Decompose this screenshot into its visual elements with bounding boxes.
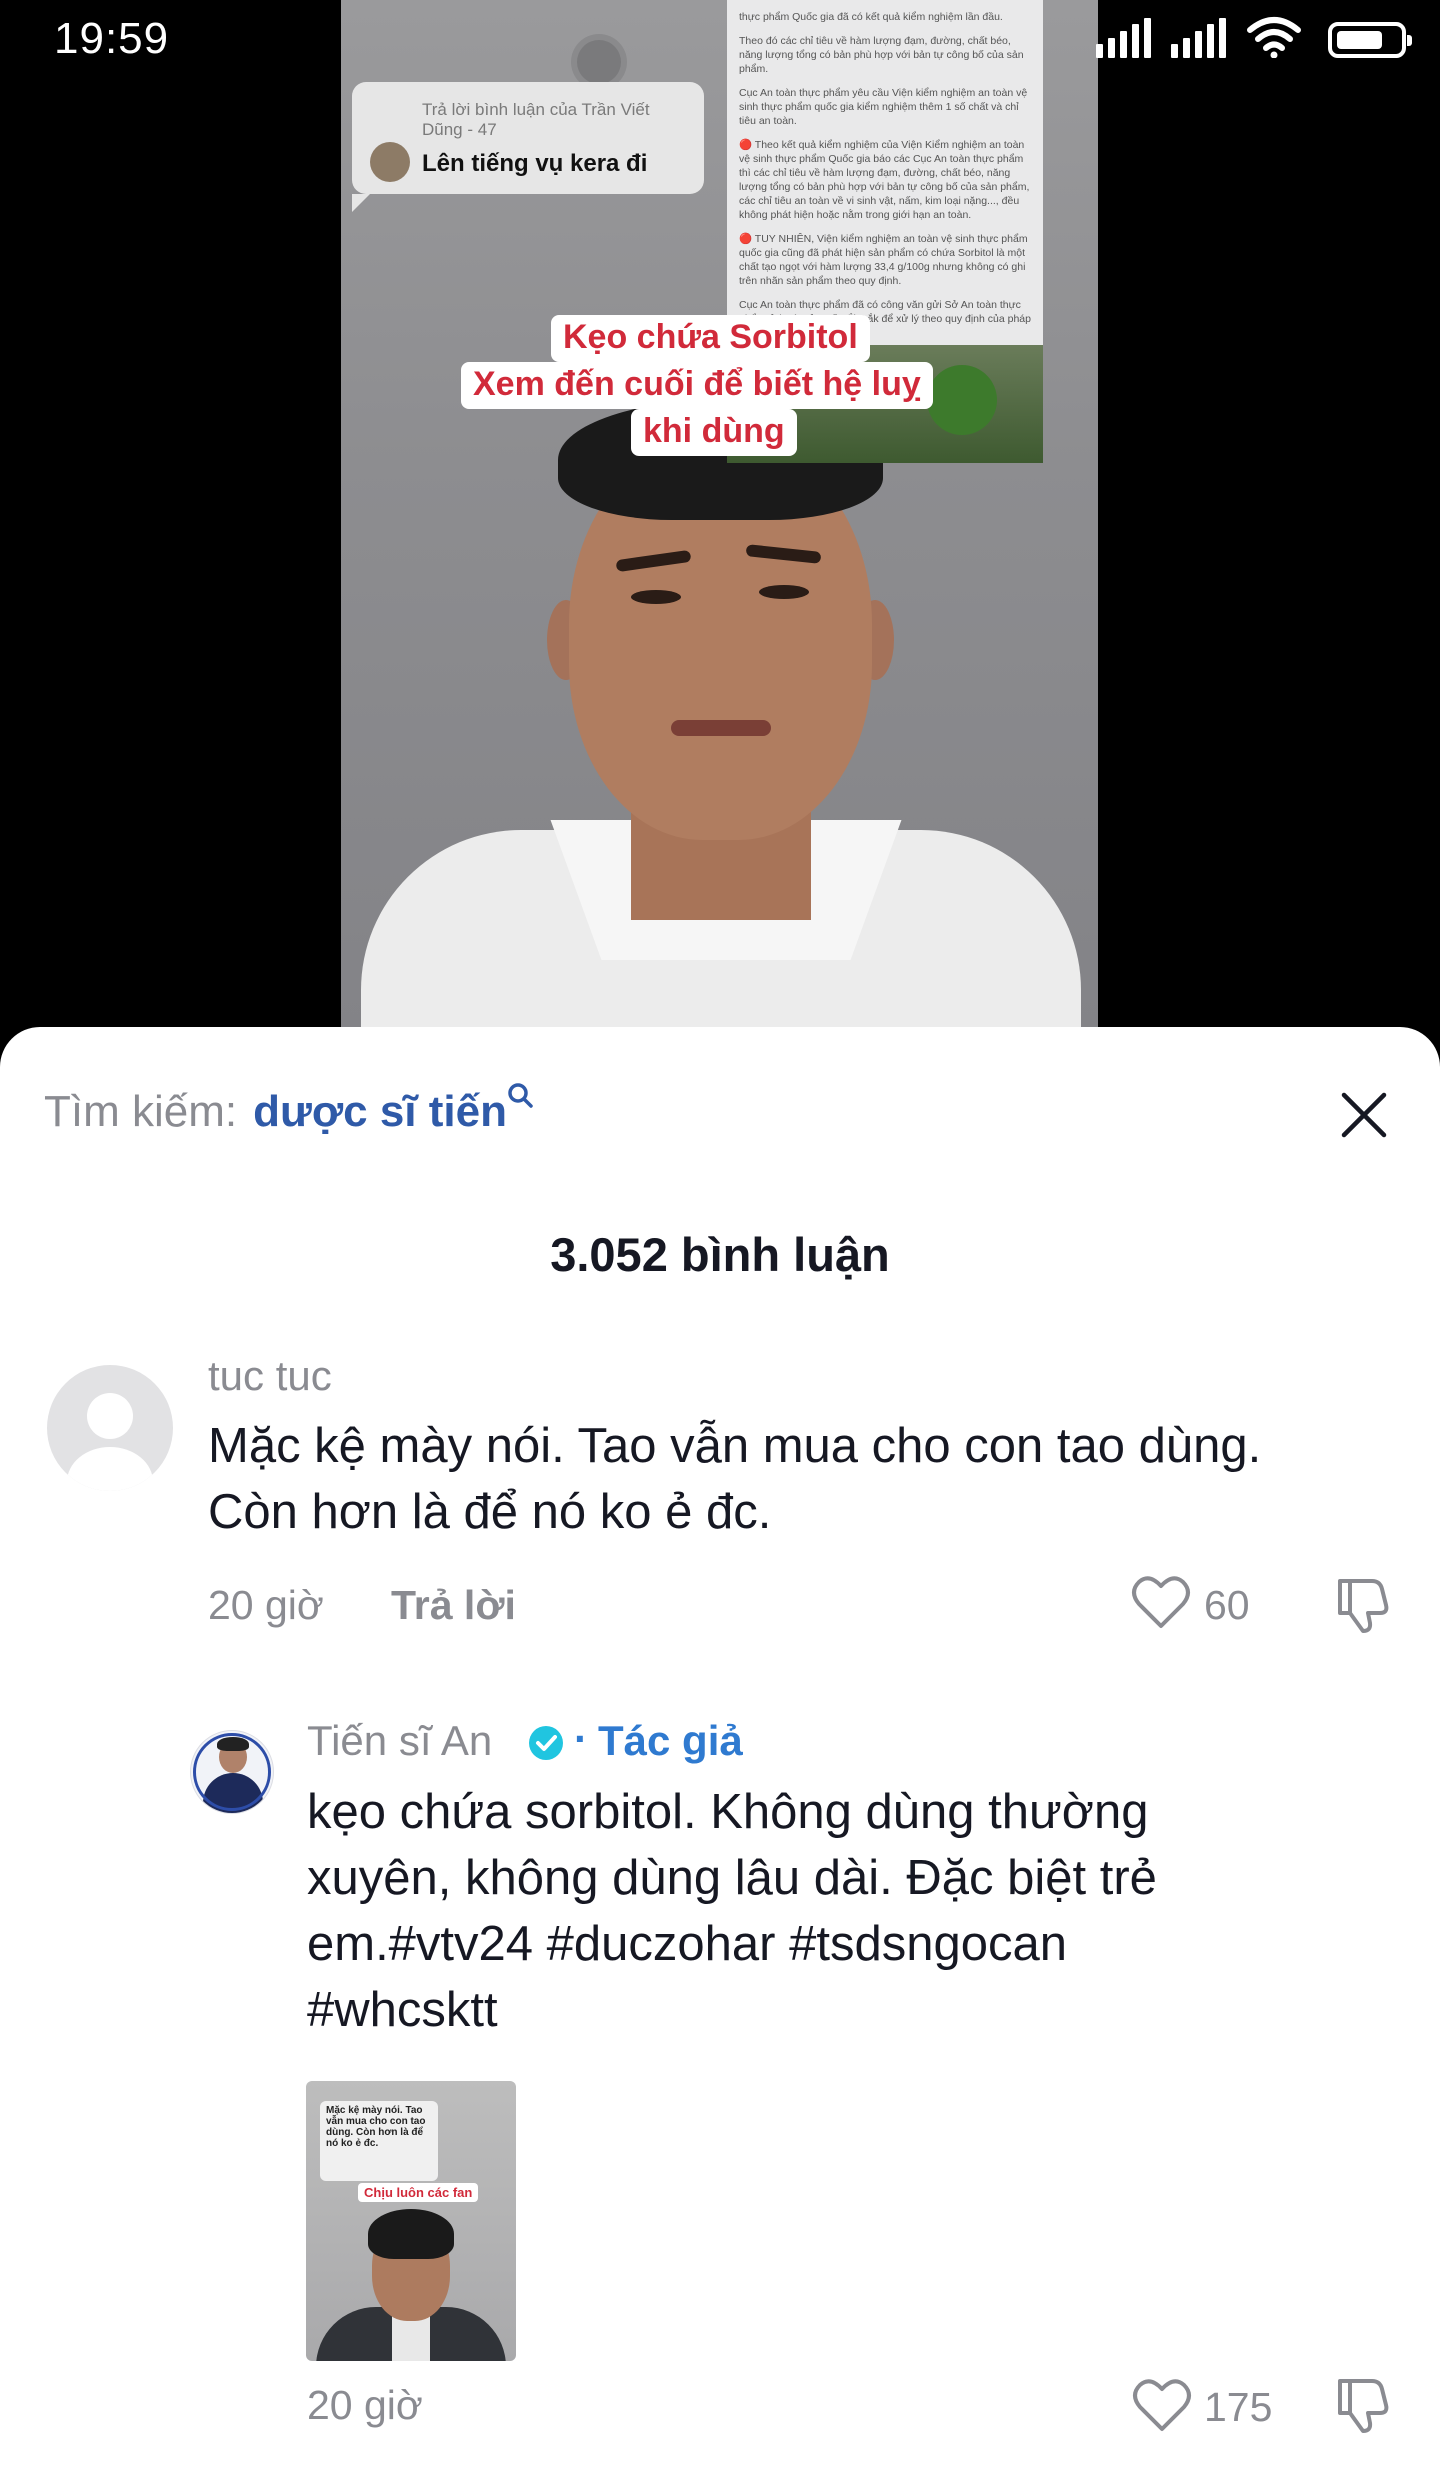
video-player[interactable]: thực phẩm Quốc gia đã có kết quả kiểm ng…: [341, 0, 1098, 1030]
eye-right: [759, 585, 809, 599]
comment-text: kẹo chứa sorbitol. Không dùng thường: [307, 1785, 1149, 1839]
avatar-ring: [193, 1733, 271, 1811]
comment-text: #whcsktt: [307, 1983, 498, 2037]
author-separator: ·: [574, 1715, 588, 1762]
like-count: 175: [1204, 2384, 1273, 2430]
avatar[interactable]: [47, 1365, 173, 1491]
status-icons: [1096, 16, 1412, 58]
author-avatar[interactable]: [190, 1730, 274, 1814]
search-label: Tìm kiếm:: [44, 1087, 238, 1136]
thumb-caption: Chịu luôn các fan: [358, 2183, 479, 2202]
thumbs-down-icon[interactable]: [1332, 2373, 1394, 2435]
comment-username[interactable]: Tiến sĩ An: [307, 1717, 492, 1765]
cellular-signal-2-icon: [1171, 18, 1226, 58]
search-query-link[interactable]: dược sĩ tiến: [253, 1087, 507, 1137]
comment-text: xuyên, không dùng lâu dài. Đặc biệt trẻ: [307, 1851, 1157, 1905]
video-caption-line-1: Kẹo chứa Sorbitol: [551, 315, 870, 362]
close-icon[interactable]: [1336, 1087, 1392, 1143]
comment-time: 20 giờ: [307, 2382, 423, 2428]
avatar-body: [67, 1447, 153, 1491]
heart-outline-icon[interactable]: [1132, 2377, 1192, 2433]
comment-username[interactable]: tuc tuc: [208, 1352, 332, 1400]
presenter-mouth: [671, 720, 771, 736]
battery-level: [1337, 31, 1382, 49]
comment-text: Mặc kệ mày nói. Tao vẫn mua cho con tao …: [208, 1419, 1262, 1473]
reply-button[interactable]: Trả lời: [391, 1582, 516, 1629]
author-tag: Tác giả: [598, 1717, 743, 1764]
comments-count-title: 3.052 bình luận: [550, 1228, 890, 1281]
eye-left: [631, 590, 681, 604]
video-thumbnail[interactable]: Mặc kệ mày nói. Tao vẫn mua cho con tao …: [306, 2081, 516, 2361]
wifi-icon: [1247, 17, 1301, 58]
status-bar: 19:59: [0, 0, 1440, 80]
like-count: 60: [1204, 1582, 1250, 1628]
thumb-reply-card: Mặc kệ mày nói. Tao vẫn mua cho con tao …: [320, 2101, 438, 2181]
avatar-head: [87, 1393, 133, 1439]
search-icon: [508, 1083, 533, 1108]
document-line: 🔴 Theo kết quả kiểm nghiệm của Viện Kiểm…: [739, 139, 1030, 221]
video-caption-line-2: Xem đến cuối để biết hệ luỵ: [461, 362, 933, 409]
reply-avatar: [370, 142, 410, 182]
comments-sheet: Tìm kiếm: dược sĩ tiến 3.052 bình luận t…: [0, 1027, 1440, 2489]
thumb-hair: [368, 2209, 454, 2259]
comment-text: em.#vtv24 #duczohar #tsdsngocan: [307, 1917, 1067, 1971]
reply-to-label: Trả lời bình luận của Trần Viết Dũng - 4…: [422, 100, 650, 139]
thumbs-down-icon[interactable]: [1332, 1573, 1394, 1635]
comment-text: Còn hơn là để nó ko ẻ đc.: [208, 1485, 772, 1539]
document-line: 🔴 TUY NHIÊN, Viện kiểm nghiệm an toàn vệ…: [739, 233, 1028, 287]
cellular-signal-icon: [1096, 18, 1151, 58]
comment-time: 20 giờ: [208, 1582, 324, 1628]
status-time: 19:59: [54, 14, 170, 63]
video-caption-line-3: khi dùng: [631, 409, 797, 456]
battery-icon: [1328, 22, 1412, 58]
reply-card-text: Lên tiếng vụ kera đi: [422, 150, 648, 177]
video-reply-card: Trả lời bình luận của Trần Viết Dũng - 4…: [352, 82, 704, 212]
document-line: Cục An toàn thực phẩm yêu cầu Viện kiểm …: [739, 87, 1028, 127]
search-suggestion[interactable]: Tìm kiếm: dược sĩ tiến: [44, 1083, 533, 1137]
verified-badge-icon: [529, 1726, 563, 1760]
heart-outline-icon[interactable]: [1131, 1574, 1191, 1630]
jar-leaf: [927, 365, 997, 435]
